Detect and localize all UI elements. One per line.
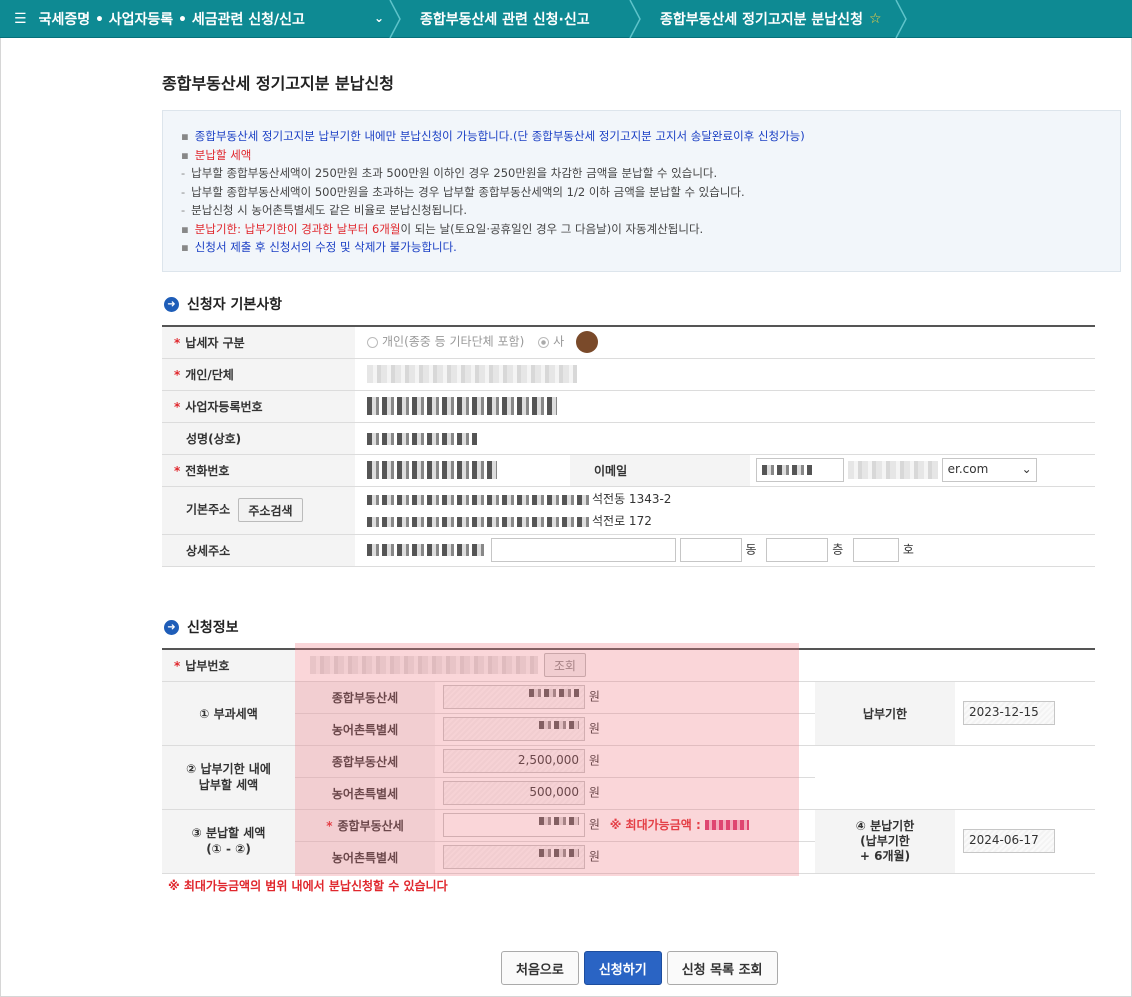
arrow-circle-icon: ➜: [164, 619, 179, 635]
home-button[interactable]: 처음으로: [501, 951, 579, 985]
section-heading-applicant: ➜ 신청자 기본사항: [164, 294, 282, 314]
max-amount-warning: ※ 최대가능금액의 범위 내에서 분납신청할 수 있습니다: [168, 879, 448, 893]
address-jibun: 석전동 1343-2: [592, 492, 672, 506]
main-menu-label: 국세증명 • 사업자등록 • 세금관련 신청/신고: [38, 11, 305, 28]
breadcrumb-label: 종합부동산세 정기고지분 분납신청: [660, 11, 863, 28]
redacted-field: [367, 397, 557, 415]
notice-box: ▪ 종합부동산세 정기고지분 납부기한 내에만 분납신청이 가능합니다.(단 종합…: [162, 110, 1121, 272]
redacted-field: [367, 461, 497, 479]
installment-comprehensive-input[interactable]: [443, 813, 585, 837]
detail-address-input[interactable]: [490, 538, 676, 562]
notice-line: - 납부할 종합부동산세액이 250만원 초과 500만원 이하인 경우 250만…: [181, 166, 718, 180]
redacted-field: [367, 432, 477, 445]
application-table: * 납부번호 조회 ① 부과세액 종합부동산세 원 납부기한 2023-12-15…: [162, 648, 1095, 874]
radio-individual[interactable]: [367, 336, 378, 348]
table-row: * 개인/단체: [162, 358, 1095, 391]
lookup-button[interactable]: 조회: [543, 653, 586, 678]
table-row: 성명(상호): [162, 422, 1095, 455]
table-row: 상세주소 동 층 호: [162, 534, 1095, 567]
ho-input[interactable]: [853, 538, 900, 562]
mascot-sticker-icon: [575, 331, 598, 354]
menu-icon: ☰: [14, 10, 27, 27]
table-row: * 납세자 구분 개인(종중 등 기타단체 포함) 사: [162, 326, 1095, 359]
due-date-field: 2023-12-15: [963, 701, 1055, 725]
email-id-input[interactable]: [756, 458, 844, 482]
chevron-down-icon: ⌄: [1021, 462, 1032, 476]
notice-line: - 분납신청 시 농어촌특별세도 같은 비율로 분납신청됩니다.: [181, 203, 468, 217]
arrow-circle-icon: ➜: [164, 296, 179, 312]
notice-line: ▪ 분납할 세액: [181, 147, 252, 162]
table-row: 기본주소 주소검색 석전동 1343-2 석전로 172: [162, 486, 1095, 535]
notice-line: ▪ 신청서 제출 후 신청서의 수정 및 삭제가 불가능합니다.: [181, 240, 457, 254]
table-row: ① 부과세액 종합부동산세 원 납부기한 2023-12-15: [162, 681, 1095, 746]
notice-line: - 납부할 종합부동산세액이 500만원을 초과하는 경우 납부할 종합부동산세액…: [181, 184, 745, 199]
radio-business[interactable]: [538, 336, 550, 348]
action-buttons: 처음으로 신청하기 신청 목록 조회: [501, 951, 778, 985]
dong-input[interactable]: [679, 538, 742, 562]
payment-number-fields[interactable]: [310, 656, 538, 675]
top-navigation-bar: ☰ 국세증명 • 사업자등록 • 세금관련 신청/신고 ⌄ 종합부동산세 관련 …: [0, 0, 1132, 38]
email-label: 이메일: [570, 454, 750, 487]
table-row: * 납부번호 조회: [162, 649, 1095, 682]
email-domain-select[interactable]: er.com ⌄: [941, 458, 1037, 482]
table-row: * 전화번호 이메일 er.com ⌄: [162, 454, 1095, 487]
application-list-button[interactable]: 신청 목록 조회: [666, 951, 778, 985]
main-menu-dropdown[interactable]: ☰ 국세증명 • 사업자등록 • 세금관련 신청/신고 ⌄: [0, 0, 401, 38]
page-title: 종합부동산세 정기고지분 분납신청: [162, 74, 394, 93]
breadcrumb-item-related[interactable]: 종합부동산세 관련 신청·신고: [400, 0, 641, 38]
address-search-button[interactable]: 주소검색: [238, 498, 303, 522]
breadcrumb-item-current: 종합부동산세 정기고지분 분납신청 ☆: [640, 0, 907, 38]
pay-comprehensive-field: 2,500,000: [443, 749, 585, 773]
redacted-field: [367, 365, 577, 383]
table-row: ② 납부기한 내에 납부할 세액 종합부동산세 2,500,000 원: [162, 745, 1095, 810]
floor-input[interactable]: [766, 538, 829, 562]
breadcrumb-label: 종합부동산세 관련 신청·신고: [420, 11, 590, 28]
redacted-field: [847, 461, 938, 479]
notice-line: ▪ 분납기한: 납부기한이 경과한 날부터 6개월이 되는 날(토요일·공휴일인 …: [181, 221, 704, 236]
installment-due-date-field: 2024-06-17: [963, 829, 1055, 853]
notice-line: ▪ 종합부동산세 정기고지분 납부기한 내에만 분납신청이 가능합니다.(단 종합…: [181, 129, 805, 143]
table-row: ③ 분납할 세액 (① - ②) * 종합부동산세 원 ※ 최대가능금액 : ④ 분…: [162, 809, 1095, 874]
applicant-table: * 납세자 구분 개인(종중 등 기타단체 포함) 사 * 개인/단체 * 사업자등록…: [162, 325, 1095, 567]
address-road: 석전로 172: [592, 514, 652, 528]
breadcrumb-separator-icon: [894, 0, 907, 38]
apply-button[interactable]: 신청하기: [583, 951, 662, 985]
chevron-down-icon[interactable]: ⌄: [374, 11, 384, 25]
pay-rural-field: 500,000: [443, 781, 585, 805]
table-row: * 사업자등록번호: [162, 390, 1095, 423]
favorite-star-icon[interactable]: ☆: [869, 11, 882, 27]
section-heading-application: ➜ 신청정보: [164, 617, 239, 637]
max-amount-label: ※ 최대가능금액 :: [609, 817, 701, 832]
